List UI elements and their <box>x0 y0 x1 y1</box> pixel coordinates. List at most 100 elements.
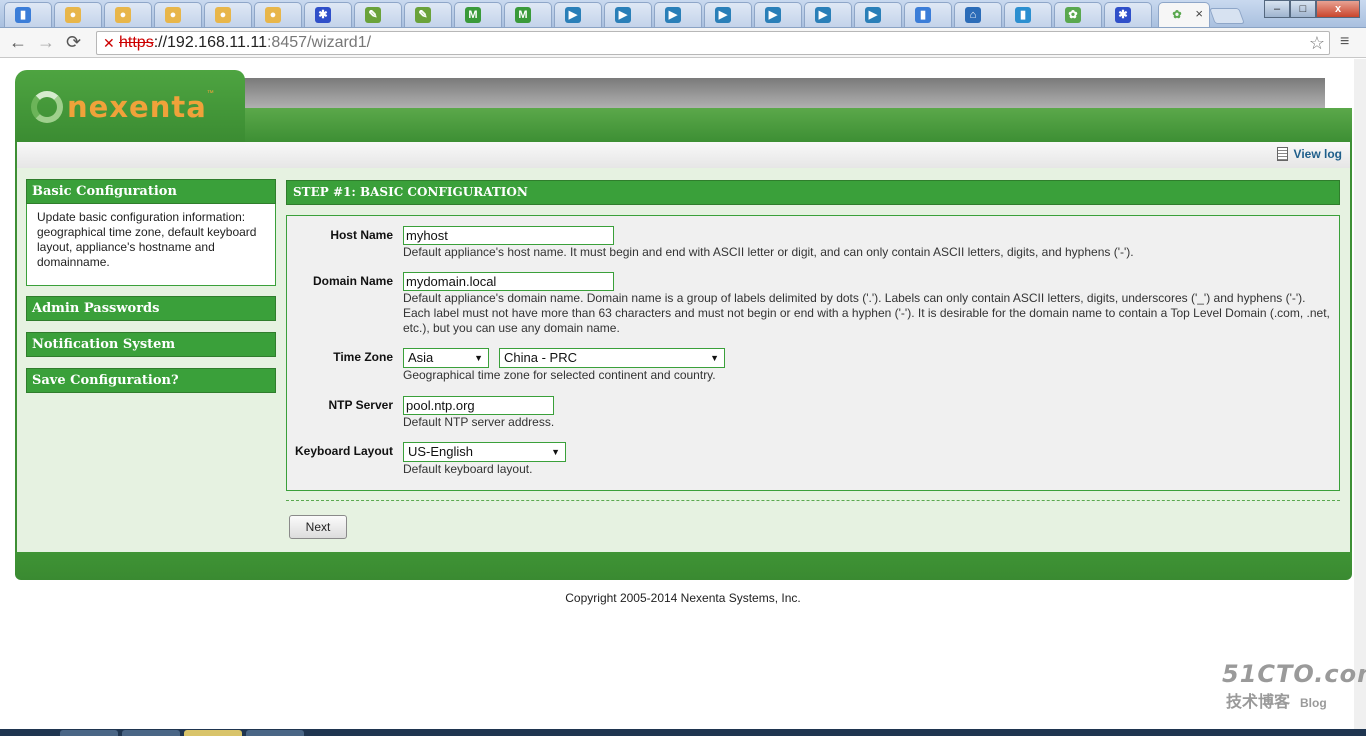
time-zone-label: Time Zone <box>333 350 393 364</box>
browser-tab[interactable]: ● <box>54 2 102 27</box>
new-tab-button[interactable] <box>1209 8 1245 24</box>
document-icon <box>1276 147 1288 161</box>
insecure-lock-icon[interactable]: ✕ <box>103 32 115 54</box>
chrome-menu-icon[interactable]: ≡ <box>1340 33 1349 51</box>
browser-tab[interactable]: ▶ <box>704 2 752 27</box>
sidebar-item-label[interactable]: Basic Configuration <box>26 179 276 204</box>
browser-tab[interactable]: ● <box>254 2 302 27</box>
sidebar-save-configuration[interactable]: Save Configuration? <box>26 368 276 393</box>
sidebar-basic-configuration[interactable]: Basic Configuration Update basic configu… <box>26 179 276 286</box>
browser-tab-bar: ▮ ● ● ● ● ● ✱ ✎ ✎ M M ▶ ▶ ▶ ▶ ▶ ▶ ▶ ▮ ⌂ ▮ ✿ ✱ ✿ × – □ x <box>0 0 1366 28</box>
close-window-button[interactable]: x <box>1316 0 1360 18</box>
bookmark-star-icon[interactable]: ☆ <box>1309 32 1325 54</box>
continent-select[interactable]: Asia ▼ <box>403 348 489 368</box>
forward-button[interactable]: → <box>37 32 55 53</box>
host-name-label: Host Name <box>330 228 393 242</box>
ntp-server-hint: Default NTP server address. <box>403 415 555 429</box>
sidebar-item-label[interactable]: Admin Passwords <box>26 296 276 321</box>
chat-icon: ● <box>115 7 131 23</box>
site-watermark: 51CTO.com 技术博客Blog <box>1222 660 1366 712</box>
keyboard-layout-select[interactable]: US-English ▼ <box>403 442 566 462</box>
time-zone-hint: Geographical time zone for selected cont… <box>403 368 716 382</box>
pencil-icon: ✎ <box>365 7 381 23</box>
browser-tab[interactable]: ● <box>104 2 152 27</box>
reload-button[interactable]: ⟳ <box>66 32 81 53</box>
sidebar-admin-passwords[interactable]: Admin Passwords <box>26 296 276 321</box>
browser-tab[interactable]: ✎ <box>354 2 402 27</box>
browser-tab[interactable]: ● <box>154 2 202 27</box>
browser-tab[interactable]: ▮ <box>1004 2 1052 27</box>
watermark-tagline: 技术博客 Blog <box>1226 694 1327 711</box>
sidebar-item-label[interactable]: Save Configuration? <box>26 368 276 393</box>
browser-tab[interactable]: ✱ <box>1104 2 1152 27</box>
browser-tab[interactable]: ⌂ <box>954 2 1002 27</box>
browser-tab[interactable]: ▶ <box>554 2 602 27</box>
play-icon: ▶ <box>765 7 781 23</box>
close-tab-icon[interactable]: × <box>1195 6 1203 21</box>
view-log-label: View log <box>1293 147 1342 161</box>
browser-tab[interactable]: ✿ <box>1054 2 1102 27</box>
nexenta-icon: ✿ <box>1065 7 1081 23</box>
page-scrollbar[interactable] <box>1354 59 1366 729</box>
browser-tab[interactable]: ▶ <box>854 2 902 27</box>
app-icon: ▮ <box>915 7 931 23</box>
address-bar[interactable]: ✕ https://192.168.11.11:8457/wizard1/ ☆ <box>96 31 1330 55</box>
keyboard-layout-label: Keyboard Layout <box>294 444 393 458</box>
sub-bar: View log <box>15 142 1352 168</box>
view-log-link[interactable]: View log <box>1276 147 1342 161</box>
play-icon: ▶ <box>715 7 731 23</box>
copyright-text: Copyright 2005-2014 Nexenta Systems, Inc… <box>565 591 801 605</box>
country-select[interactable]: China - PRC ▼ <box>499 348 725 368</box>
app-icon: ▮ <box>1015 7 1031 23</box>
taskbar-button[interactable] <box>60 730 118 736</box>
browser-tab[interactable]: ✱ <box>304 2 352 27</box>
next-button[interactable]: Next <box>289 515 347 539</box>
mx-icon: M <box>515 7 531 23</box>
browser-toolbar: ← → ⟳ ✕ https://192.168.11.11:8457/wizar… <box>0 28 1366 58</box>
ntp-server-input[interactable]: pool.ntp.org <box>403 396 554 415</box>
chat-icon: ● <box>265 7 281 23</box>
browser-tab[interactable]: ▶ <box>804 2 852 27</box>
minimize-button[interactable]: – <box>1264 0 1290 18</box>
tab-active[interactable]: ✿ × <box>1158 2 1210 27</box>
dropdown-arrow-icon: ▼ <box>551 447 560 457</box>
play-icon: ▶ <box>865 7 881 23</box>
sidebar-item-description: Update basic configuration information: … <box>26 204 276 286</box>
host-name-input[interactable]: myhost <box>403 226 614 245</box>
maximize-button[interactable]: □ <box>1290 0 1316 18</box>
trademark: ™ <box>206 90 214 97</box>
browser-tab[interactable]: M <box>454 2 502 27</box>
taskbar-button[interactable] <box>184 730 242 736</box>
browser-tab[interactable]: ▶ <box>604 2 652 27</box>
sidebar-item-label[interactable]: Notification System <box>26 332 276 357</box>
browser-tab[interactable]: ▮ <box>4 2 52 27</box>
pencil-icon: ✎ <box>415 7 431 23</box>
back-button[interactable]: ← <box>9 32 27 53</box>
config-form: Host Name myhost Default appliance's hos… <box>286 215 1340 491</box>
browser-tab[interactable]: ● <box>204 2 252 27</box>
sidebar-notification-system[interactable]: Notification System <box>26 332 276 357</box>
nexenta-swirl-icon <box>31 91 63 123</box>
domain-name-hint: Default appliance's domain name. Domain … <box>403 291 1330 335</box>
play-icon: ▶ <box>565 7 581 23</box>
brand-name: nexenta <box>67 90 207 124</box>
browser-tab[interactable]: ▶ <box>754 2 802 27</box>
paw-icon: ✱ <box>315 7 331 23</box>
browser-tab[interactable]: M <box>504 2 552 27</box>
chat-icon: ● <box>65 7 81 23</box>
browser-tab[interactable]: ✎ <box>404 2 452 27</box>
step-title: STEP #1: BASIC CONFIGURATION <box>286 180 1340 205</box>
browser-tab[interactable]: ▮ <box>904 2 952 27</box>
keyboard-layout-hint: Default keyboard layout. <box>403 462 533 476</box>
domain-name-input[interactable]: mydomain.local <box>403 272 614 291</box>
header-gray-band <box>215 78 1325 110</box>
os-taskbar <box>0 729 1366 736</box>
browser-tab[interactable]: ▶ <box>654 2 702 27</box>
host-name-hint: Default appliance's host name. It must b… <box>403 245 1134 259</box>
app-icon: ▮ <box>15 7 31 23</box>
window-controls: – □ x <box>1264 0 1360 18</box>
taskbar-button[interactable] <box>122 730 180 736</box>
watermark-site: 51CTO.com <box>1222 660 1366 688</box>
chat-icon: ● <box>215 7 231 23</box>
taskbar-button[interactable] <box>246 730 304 736</box>
